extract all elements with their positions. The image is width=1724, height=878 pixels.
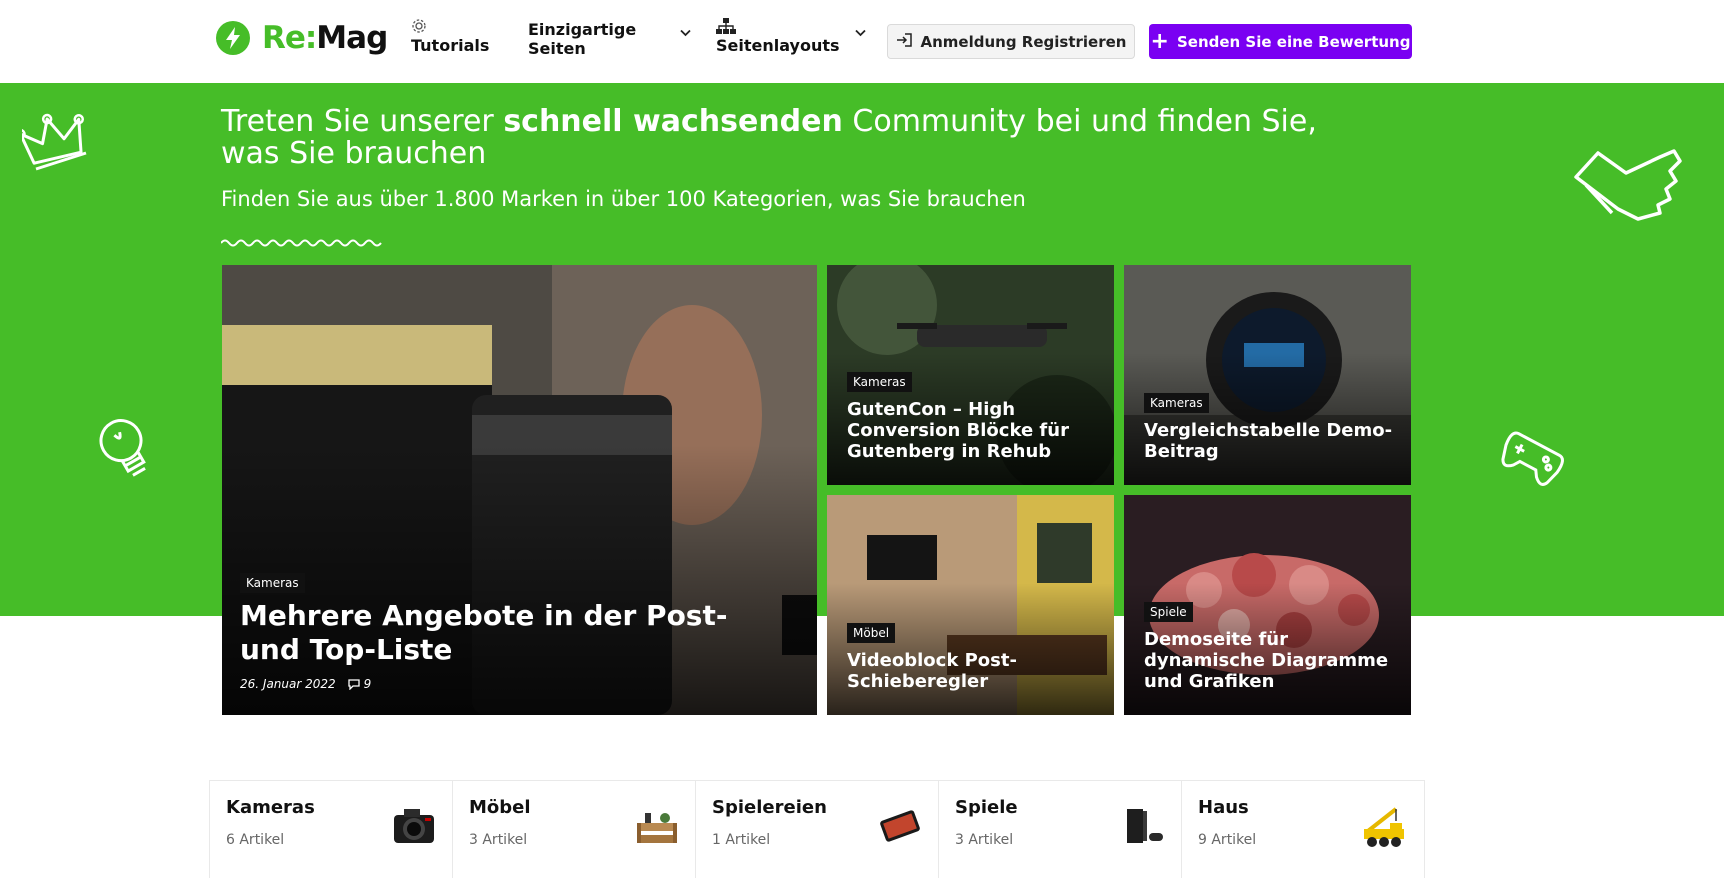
post-date: 26. Januar 2022 [240,677,336,691]
category-item-spiele[interactable]: Spiele 3 Artikel [939,781,1182,878]
nav-tutorials-label: Tutorials [411,36,490,55]
lightning-icon [216,21,250,55]
nav-tutorials[interactable]: Tutorials [411,18,489,55]
nav-page-layouts-label: Seitenlayouts [716,36,840,55]
site-header: Re:Mag Tutorials Einzigartige Seiten Sei… [0,0,1724,83]
chevron-down-icon[interactable] [680,22,691,41]
post-card[interactable]: Spiele Demoseite für dynamische Diagramm… [1124,495,1411,715]
category-badge[interactable]: Kameras [240,573,305,593]
tablet-icon [880,810,920,842]
login-register-label: Anmeldung Registrieren [920,32,1127,51]
category-name: Spiele [955,797,1018,818]
category-name: Haus [1198,797,1249,818]
card-shade [222,445,817,715]
card-shade [1124,353,1411,485]
hero-title: Treten Sie unserer schnell wachsenden Co… [221,104,1317,171]
nav-unique-pages[interactable]: Einzigartige Seiten [528,20,636,58]
login-register-button[interactable]: Anmeldung Registrieren [887,24,1135,59]
sitemap-icon [716,18,840,36]
category-count: 3 Artikel [469,832,528,848]
thumbs-up-icon [1574,149,1682,221]
category-name: Spielereien [712,797,827,818]
login-icon [896,32,921,51]
featured-post-card[interactable]: Kameras Mehrere Angebote in der Post- un… [222,265,817,715]
hero-subtitle: Finden Sie aus über 1.800 Marken in über… [221,187,1026,211]
site-logo[interactable]: Re:Mag [216,20,388,56]
category-item-kameras[interactable]: Kameras 6 Artikel [210,781,453,878]
submit-review-button[interactable]: + Senden Sie eine Bewertung [1149,24,1412,59]
post-card[interactable]: Kameras Vergleichstabelle Demo-Beitrag [1124,265,1411,485]
crane-truck-icon [1364,807,1404,847]
logo-text: Re:Mag [262,20,388,56]
post-title[interactable]: Vergleichstabelle Demo-Beitrag [1144,420,1394,462]
category-name: Möbel [469,797,531,818]
card-shade [827,583,1114,715]
plus-icon: + [1150,28,1169,54]
comment-icon [348,679,360,690]
post-title[interactable]: Mehrere Angebote in der Post- und Top-Li… [240,599,760,667]
game-console-icon [1127,809,1163,843]
post-title[interactable]: GutenCon – High Conversion Blöcke für Gu… [847,399,1097,462]
gamepad-icon [1501,431,1564,486]
crown-icon [22,113,87,171]
submit-review-label: Senden Sie eine Bewertung [1176,32,1411,51]
furniture-icon [637,813,677,843]
post-card[interactable]: Kameras GutenCon – High Conversion Blöck… [827,265,1114,485]
category-badge[interactable]: Möbel [847,623,896,643]
post-card[interactable]: Möbel Videoblock Post-Schieberegler [827,495,1114,715]
category-count: 6 Artikel [226,832,285,848]
chevron-down-icon[interactable] [855,22,866,41]
category-strip: Kameras 6 Artikel Möbel 3 Artikel Spiele… [209,780,1425,878]
category-item-spielereien[interactable]: Spielereien 1 Artikel [696,781,939,878]
nav-unique-pages-line2: Seiten [528,39,586,58]
category-count: 9 Artikel [1198,832,1257,848]
gear-icon [411,18,489,36]
post-meta: 26. Januar 2022 9 [240,677,371,691]
post-comment-count: 9 [363,677,372,691]
category-badge[interactable]: Kameras [1144,393,1209,413]
post-title[interactable]: Videoblock Post-Schieberegler [847,650,1097,692]
category-badge[interactable]: Spiele [1144,602,1193,622]
wave-divider-icon [221,239,382,247]
post-title[interactable]: Demoseite für dynamische Diagramme und G… [1144,629,1394,692]
nav-unique-pages-line1: Einzigartige [528,20,637,39]
nav-page-layouts[interactable]: Seitenlayouts [716,18,840,55]
category-count: 1 Artikel [712,832,771,848]
category-item-moebel[interactable]: Möbel 3 Artikel [453,781,696,878]
camera-icon [394,809,434,843]
lightbulb-icon [99,419,146,477]
category-count: 3 Artikel [955,832,1014,848]
category-name: Kameras [226,797,315,818]
category-item-haus[interactable]: Haus 9 Artikel [1182,781,1424,878]
category-badge[interactable]: Kameras [847,372,912,392]
